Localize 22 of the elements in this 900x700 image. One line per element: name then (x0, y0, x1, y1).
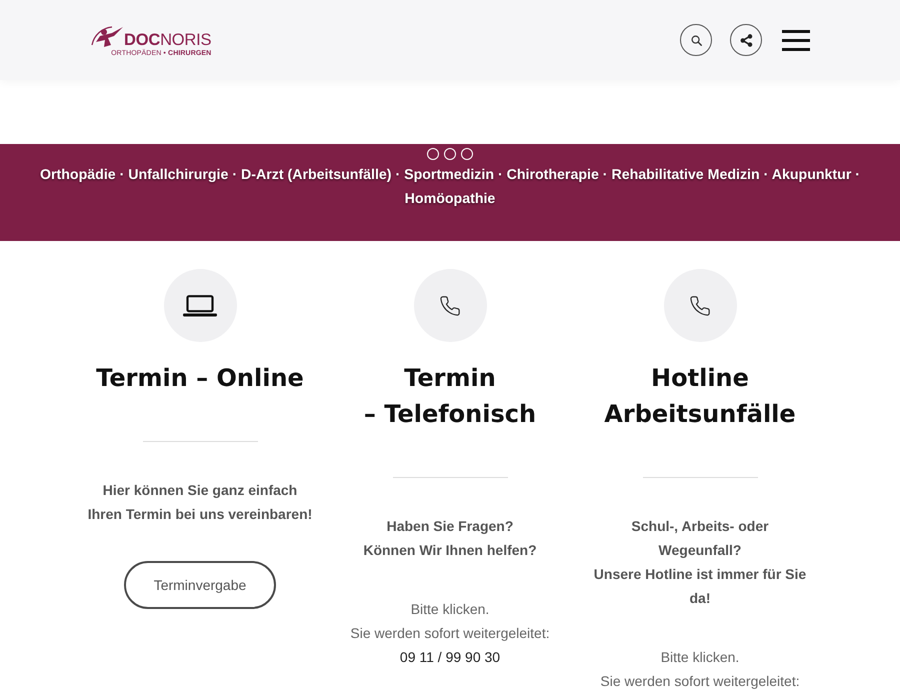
search-button[interactable] (680, 24, 712, 56)
card-note-text: Bitte klicken. Sie werden sofort weitergeleitet: (350, 600, 550, 643)
search-icon (690, 34, 702, 46)
phone-link[interactable]: 09 11 / 99 90 30 (400, 645, 500, 669)
slide-dot[interactable] (444, 148, 456, 160)
card-title: Hotline Arbeitsunfälle (604, 363, 796, 430)
card-note-text: Bitte klicken. Sie werden sofort weitergeleitet: (600, 648, 800, 691)
share-icon (740, 34, 752, 46)
card-lead-text: Schul-, Arbeits- oder Wegeunfall? Unsere Hotline ist immer für Sie da! (594, 517, 806, 608)
card-lead-text: Haben Sie Fragen? Können Wir Ihnen helfen? (363, 517, 537, 560)
appointment-button[interactable]: Terminvergabe (124, 561, 276, 609)
share-button[interactable] (730, 24, 762, 56)
slide-dot[interactable] (427, 148, 439, 160)
logo-wordmark: DOCNORIS (124, 32, 212, 48)
logo-figure-icon (90, 24, 124, 48)
card-title: Termin – Telefonisch (364, 363, 536, 430)
menu-button[interactable] (782, 30, 810, 50)
card-lead-text: Hier können Sie ganz einfach Ihren Termin bei uns vereinbaren! (88, 481, 312, 524)
card-title: Termin – Online (96, 363, 304, 394)
services-text: Orthopädie · Unfallchirurgie · D-Arzt (Arbeitsunfälle) · Sportmedizin · Chirotherapie · Rehabilitative Medizin · Akupunktur · Homöopathie (38, 166, 862, 209)
slide-dot[interactable] (461, 148, 473, 160)
menu-icon (782, 30, 810, 50)
